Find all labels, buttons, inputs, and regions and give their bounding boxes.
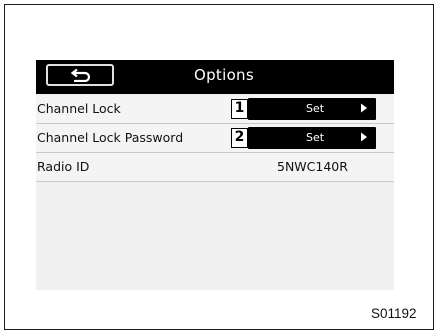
channel-lock-password-set-button[interactable]: Set <box>248 127 376 149</box>
options-screen: Options Channel Lock 1 Set Channel Lock … <box>36 60 394 290</box>
chevron-right-icon <box>361 103 367 113</box>
set-button-label: Set <box>306 102 325 115</box>
back-button[interactable] <box>46 64 114 86</box>
back-arrow-icon <box>70 69 91 82</box>
row-channel-lock: Channel Lock 1 Set <box>36 95 394 124</box>
row-label-channel-lock: Channel Lock <box>37 101 121 116</box>
row-channel-lock-password: Channel Lock Password 2 Set <box>36 124 394 153</box>
header-bar: Options <box>36 60 394 94</box>
figure-frame: Options Channel Lock 1 Set Channel Lock … <box>4 4 434 330</box>
channel-lock-set-button[interactable]: Set <box>248 98 376 120</box>
figure-code: S01192 <box>371 306 417 321</box>
set-button-label: Set <box>306 131 325 144</box>
callout-number-2: 2 <box>231 128 248 148</box>
row-label-channel-lock-password: Channel Lock Password <box>37 130 184 145</box>
row-radio-id: Radio ID 5NWC140R <box>36 153 394 182</box>
row-label-radio-id: Radio ID <box>37 159 90 174</box>
callout-number-1: 1 <box>231 99 248 119</box>
radio-id-value: 5NWC140R <box>277 159 348 174</box>
chevron-right-icon <box>361 132 367 142</box>
page-title: Options <box>194 66 254 84</box>
